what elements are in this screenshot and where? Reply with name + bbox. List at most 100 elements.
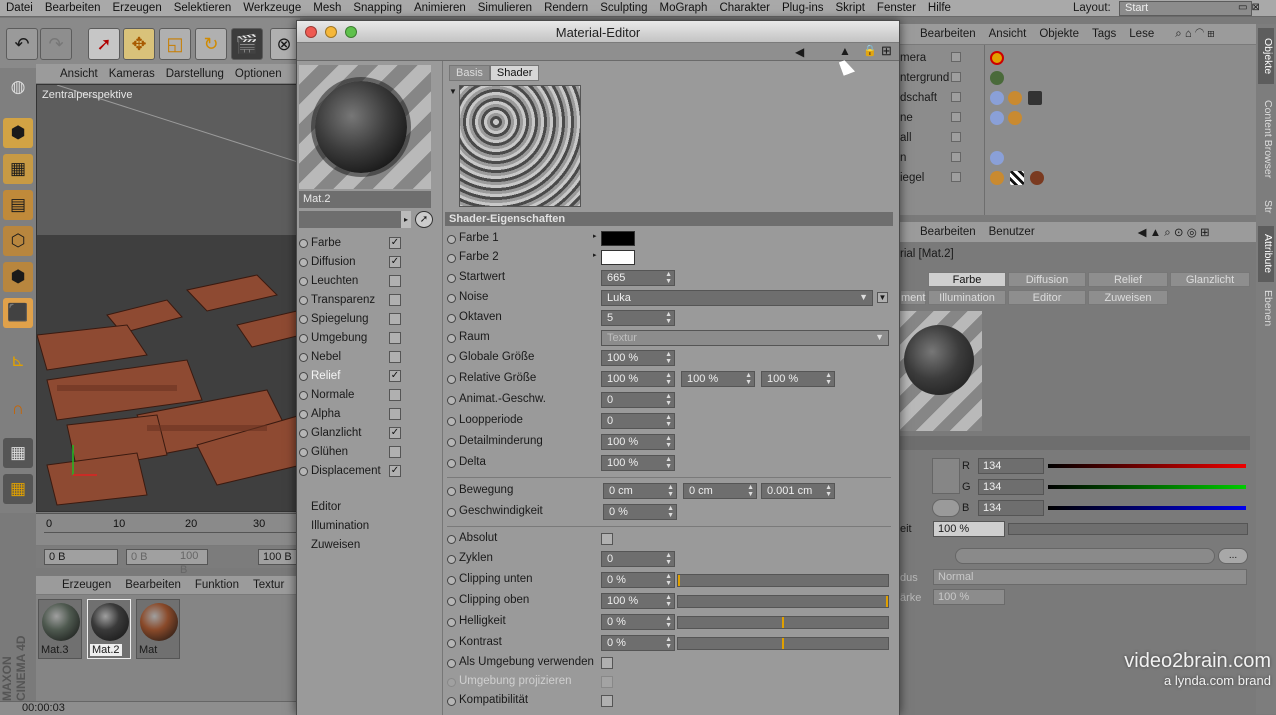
menu-rendern[interactable]: Rendern [538, 2, 594, 14]
live-selection-icon[interactable]: ➚ [88, 28, 120, 60]
menu-sculpting[interactable]: Sculpting [594, 2, 653, 14]
keyframe-radio[interactable] [299, 447, 308, 457]
kontrast-field[interactable]: 0 % ▲ ▼ [601, 635, 675, 651]
workplane-icon[interactable]: ▤ [3, 190, 33, 220]
tab-basis[interactable]: Basis [449, 65, 490, 81]
scale-icon[interactable]: ◱ [159, 28, 191, 60]
material-tag-icon[interactable] [990, 71, 1004, 85]
channel-checkbox[interactable] [389, 446, 401, 458]
axis-icon[interactable]: ⊾ [3, 346, 33, 376]
visibility-toggle[interactable] [951, 72, 961, 82]
visibility-toggle[interactable] [951, 132, 961, 142]
texture-tag-icon[interactable] [1008, 111, 1022, 125]
material-editor-titlebar[interactable]: Material-Editor [297, 21, 899, 43]
render-view-icon[interactable]: 🎬 [231, 28, 263, 60]
helligkeit-slider[interactable] [677, 616, 889, 629]
triangle-down-icon[interactable]: ▼ [449, 87, 457, 96]
phong-tag-icon[interactable] [990, 91, 1004, 105]
channel-row[interactable]: Relief ✓ [299, 367, 407, 385]
attr-texture-field[interactable] [955, 548, 1215, 564]
globe-icon[interactable]: ◍ [3, 72, 33, 102]
matmgr-menu-erzeugen[interactable]: Erzeugen [62, 579, 111, 591]
menu-snapping[interactable]: Snapping [347, 2, 408, 14]
layout-select[interactable]: Start [1119, 1, 1252, 16]
keyframe-radio[interactable] [447, 459, 456, 468]
objmgr-menu-tags[interactable]: Tags [1092, 28, 1116, 40]
object-row[interactable]: mera [900, 48, 1256, 68]
channel-checkbox[interactable]: ✓ [389, 465, 401, 477]
viewport-menu-kameras[interactable]: Kameras [109, 68, 155, 80]
channel-row[interactable]: Displacement ✓ [299, 462, 407, 480]
keyframe-radio[interactable] [447, 294, 456, 303]
material-slot-selected[interactable]: Mat.2 [87, 599, 131, 659]
channel-illumination[interactable]: Illumination [311, 520, 369, 532]
menu-werkzeuge[interactable]: Werkzeuge [237, 2, 307, 14]
viewport-3d[interactable]: Zentralperspektive [36, 84, 300, 512]
kontrast-slider[interactable] [677, 637, 889, 650]
object-row[interactable]: ne [900, 108, 1256, 128]
object-row[interactable]: iegel [900, 168, 1256, 188]
keyframe-radio[interactable] [447, 597, 456, 606]
side-tab-ebenen[interactable]: Ebenen [1258, 286, 1274, 330]
channel-row[interactable]: Umgebung [299, 329, 407, 347]
material-preview[interactable] [299, 65, 431, 189]
als-umgebung-checkbox[interactable] [601, 657, 613, 669]
slider-knob[interactable] [678, 575, 680, 586]
move-icon[interactable]: ✥ [123, 28, 155, 60]
menu-animieren[interactable]: Animieren [408, 2, 472, 14]
channel-editor[interactable]: Editor [311, 501, 341, 513]
channel-row[interactable]: Glanzlicht ✓ [299, 424, 407, 442]
attr-tab-illumination[interactable]: Illumination [928, 290, 1006, 305]
color-swatch-farbe2[interactable] [601, 250, 635, 265]
pick-arrow-icon[interactable]: ➚ [415, 211, 433, 228]
keyframe-radio[interactable] [447, 535, 456, 544]
rgb-field-b[interactable]: 134 [978, 500, 1044, 516]
menu-charakter[interactable]: Charakter [713, 2, 776, 14]
xyz-icon[interactable]: ⊗ [270, 28, 298, 60]
channel-checkbox[interactable]: ✓ [389, 427, 401, 439]
visibility-toggle[interactable] [951, 92, 961, 102]
material-tag-icon[interactable] [1030, 171, 1044, 185]
attr-modus-select[interactable]: Normal [933, 569, 1247, 585]
absolut-checkbox[interactable] [601, 533, 613, 545]
material-slot[interactable]: Mat [136, 599, 180, 659]
attrmgr-tool-icons[interactable]: ◀ ▲ ⌕ ⊙ ◎ ⊞ [1138, 225, 1210, 240]
undo-icon[interactable]: ↶ [6, 28, 38, 60]
visibility-toggle[interactable] [951, 52, 961, 62]
menu-mesh[interactable]: Mesh [307, 2, 347, 14]
raum-select[interactable]: Textur ▼ [601, 330, 889, 346]
up-arrow-icon[interactable]: ▲ [839, 44, 851, 58]
phong-tag-icon[interactable] [990, 151, 1004, 165]
keyframe-radio[interactable] [299, 314, 308, 324]
relative-groesse-z-field[interactable]: 100 % ▲ ▼ [761, 371, 835, 387]
object-row[interactable]: dschaft [900, 88, 1256, 108]
geschwindigkeit-field[interactable]: 0 % ▲ ▼ [603, 504, 677, 520]
grid-snap-icon[interactable]: ▦ [3, 474, 33, 504]
keyframe-radio[interactable] [447, 274, 456, 283]
channel-checkbox[interactable] [389, 408, 401, 420]
channel-row[interactable]: Alpha [299, 405, 407, 423]
matmgr-menu-bearbeiten[interactable]: Bearbeiten [125, 579, 181, 591]
model-mode-icon[interactable]: ⬢ [3, 118, 33, 148]
channel-checkbox[interactable]: ✓ [389, 370, 401, 382]
channel-row[interactable]: Nebel [299, 348, 407, 366]
clipping-oben-slider[interactable] [677, 595, 889, 608]
keyframe-radio[interactable] [447, 375, 456, 384]
keyframe-radio[interactable] [447, 576, 456, 585]
viewport-menu-ansicht[interactable]: Ansicht [60, 68, 98, 80]
keyframe-radio[interactable] [447, 639, 456, 648]
camera-tag-icon[interactable] [990, 51, 1004, 65]
attr-tab-diffusion[interactable]: Diffusion [1008, 272, 1086, 287]
back-arrow-icon[interactable]: ◀ [795, 45, 804, 59]
clipping-oben-field[interactable]: 100 % ▲ ▼ [601, 593, 675, 609]
edges-mode-icon[interactable]: ⬢ [3, 262, 33, 292]
bewegung-y-field[interactable]: 0 cm ▲ ▼ [683, 483, 757, 499]
attrmgr-menu-benutzer[interactable]: Benutzer [989, 226, 1035, 238]
attr-tab-glanzlicht[interactable]: Glanzlicht [1170, 272, 1250, 287]
material-tag-icon[interactable] [1028, 91, 1042, 105]
delta-field[interactable]: 100 % ▲ ▼ [601, 455, 675, 471]
chevron-right-icon[interactable]: ▸ [593, 251, 597, 259]
channel-row[interactable]: Glühen [299, 443, 407, 461]
rotate-icon[interactable]: ↻ [195, 28, 227, 60]
channel-row[interactable]: Normale [299, 386, 407, 404]
